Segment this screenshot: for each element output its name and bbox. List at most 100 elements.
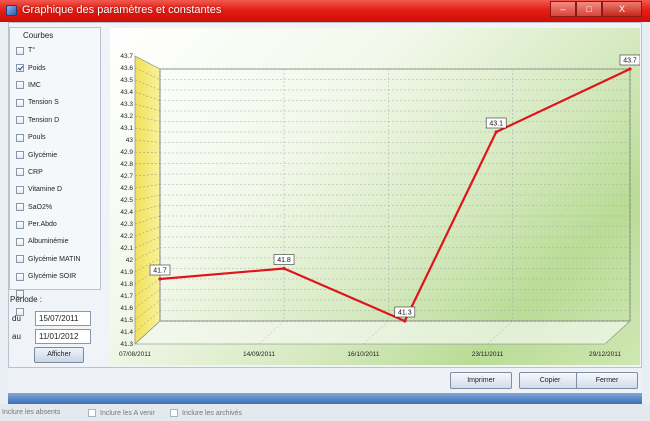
x-tick-label: 29/12/2011 — [589, 351, 621, 358]
data-point — [282, 266, 286, 271]
y-tick-label: 42.3 — [120, 221, 133, 228]
y-tick-label: 43.2 — [120, 113, 133, 120]
data-point — [628, 67, 632, 71]
x-tick-label: 07/08/2011 — [119, 351, 151, 358]
curve-checkbox[interactable] — [16, 151, 24, 160]
y-tick-label: 41.5 — [120, 317, 133, 324]
curve-checkbox[interactable] — [16, 272, 24, 281]
y-tick-label: 42.2 — [120, 233, 133, 240]
curve-checkbox[interactable] — [16, 116, 24, 125]
curve-checkbox[interactable] — [16, 185, 24, 194]
curve-checkbox[interactable] — [16, 203, 24, 212]
data-label-text: 41.3 — [398, 310, 412, 317]
chart-area: 41.3 41.4 41.5 41.6 41.7 41.8 41.9 42 42.1 42.2 42… — [110, 28, 640, 365]
chart-side-wall — [134, 55, 161, 345]
data-label: 41.7 — [149, 264, 171, 276]
background-checkbox-upcoming[interactable]: Inclure les A venir — [88, 409, 155, 417]
curve-checkbox-list: T° Poids IMC Tension S Tension D Pouls Glycémi… — [16, 42, 80, 320]
curve-checkbox[interactable] — [16, 220, 24, 229]
y-tick-label: 42.5 — [120, 197, 133, 204]
curve-checkbox[interactable] — [16, 255, 24, 264]
minimize-button[interactable]: – — [550, 1, 576, 17]
curve-checkbox-row[interactable]: Per.Abdo — [16, 216, 80, 233]
curve-checkbox-row[interactable]: Albuminémie — [16, 233, 80, 250]
checkbox[interactable] — [88, 409, 96, 417]
curve-checkbox-row[interactable]: IMC — [16, 77, 80, 94]
curve-checkbox-label: T° — [28, 47, 36, 55]
y-tick-label: 42.6 — [120, 185, 133, 192]
y-tick-label: 43.3 — [120, 101, 133, 108]
curve-checkbox[interactable] — [16, 168, 24, 177]
curve-checkbox[interactable] — [16, 237, 24, 246]
data-label: 43.1 — [485, 117, 507, 129]
chart-background — [134, 55, 631, 345]
curve-checkbox[interactable] — [16, 81, 24, 90]
period-label: Période : — [10, 295, 43, 304]
data-label-text: 41.7 — [153, 268, 167, 275]
data-label: 41.3 — [394, 306, 416, 318]
curve-checkbox-row[interactable]: CRP — [16, 164, 80, 181]
to-date-field[interactable]: 11/01/2012 — [35, 329, 91, 344]
curve-checkbox[interactable] — [16, 64, 24, 73]
y-tick-label: 41.8 — [120, 281, 133, 288]
curve-checkbox-label: Vitamine D — [28, 186, 63, 194]
curve-checkbox-label: Tension S — [28, 99, 59, 107]
chart-data-labels: 41.7 41.8 41.3 43.1 43.7 — [149, 54, 640, 318]
y-tick-label: 41.6 — [120, 305, 133, 312]
y-tick-label: 42.4 — [120, 209, 133, 216]
data-point — [494, 130, 498, 134]
options-panel: Courbes T° Poids IMC Tension S Tension D Poul… — [9, 27, 101, 365]
data-label: 43.7 — [619, 54, 640, 66]
curve-checkbox-row[interactable]: Glycémie — [16, 146, 80, 163]
from-date-field[interactable]: 15/07/2011 — [35, 311, 91, 326]
background-checkbox-archived[interactable]: Inclure les archivés — [170, 409, 242, 417]
curve-checkbox-row[interactable]: Tension S — [16, 94, 80, 111]
window-controls: – □ X — [550, 1, 642, 17]
curve-checkbox-label: Poids — [28, 64, 46, 72]
curve-checkbox-row[interactable]: Glycémie SOIR — [16, 268, 80, 285]
y-tick-label: 43 — [126, 137, 134, 144]
curve-checkbox[interactable] — [16, 46, 24, 55]
y-tick-label: 41.9 — [120, 269, 133, 276]
y-tick-label: 42 — [126, 257, 134, 264]
background-window-strip — [8, 393, 642, 404]
y-tick-label: 42.8 — [120, 161, 133, 168]
checkbox[interactable] — [170, 409, 178, 417]
curve-checkbox-row[interactable]: Glycémie MATIN — [16, 251, 80, 268]
y-tick-label: 43.5 — [120, 77, 133, 84]
close-window-button[interactable]: X — [602, 1, 642, 17]
y-tick-label: 41.7 — [120, 293, 133, 300]
data-point — [158, 277, 162, 281]
curve-checkbox-row[interactable]: Tension D — [16, 112, 80, 129]
curve-checkbox-label: Per.Abdo — [28, 221, 57, 229]
y-tick-label: 43.6 — [120, 65, 133, 72]
curve-checkbox-label: Glycémie SOIR — [28, 273, 77, 281]
title-bar[interactable]: Graphique des paramètres et constantes –… — [0, 0, 650, 22]
curve-checkbox-row[interactable]: Poids — [16, 59, 80, 76]
curve-checkbox[interactable] — [16, 133, 24, 142]
x-tick-label: 23/11/2011 — [472, 351, 504, 358]
chart-back-plane — [159, 68, 631, 322]
y-tick-label: 43.1 — [120, 125, 133, 132]
data-label-text: 43.1 — [489, 121, 503, 128]
chart-ticks: 41.3 41.4 41.5 41.6 41.7 41.8 41.9 42 42.1 42.2 42… — [119, 53, 621, 358]
print-button[interactable]: Imprimer — [450, 372, 512, 389]
weight-line-chart: 41.3 41.4 41.5 41.6 41.7 41.8 41.9 42 42.1 42.2 42… — [119, 53, 640, 358]
background-checkbox-label: Inclure les A venir — [100, 409, 155, 417]
window-title: Graphique des paramètres et constantes — [22, 4, 222, 16]
curve-checkbox-row[interactable]: Pouls — [16, 129, 80, 146]
curve-checkbox-row[interactable]: Vitamine D — [16, 181, 80, 198]
show-button[interactable]: Afficher — [34, 347, 84, 363]
curve-checkbox-row[interactable]: T° — [16, 42, 80, 59]
curve-checkbox-row[interactable]: SaO2% — [16, 199, 80, 216]
background-checkbox-label: Inclure les absents — [2, 409, 61, 416]
background-checkbox-label: Inclure les archivés — [182, 409, 242, 417]
maximize-button[interactable]: □ — [576, 1, 602, 17]
background-checkbox-absent[interactable]: Inclure les absents — [2, 409, 60, 416]
close-button[interactable]: Fermer — [576, 372, 638, 389]
y-tick-label: 41.3 — [120, 341, 133, 348]
curve-checkbox[interactable] — [16, 98, 24, 107]
copy-button[interactable]: Copier — [519, 372, 581, 389]
y-tick-label: 42.9 — [120, 149, 133, 156]
y-tick-label: 42.1 — [120, 245, 133, 252]
